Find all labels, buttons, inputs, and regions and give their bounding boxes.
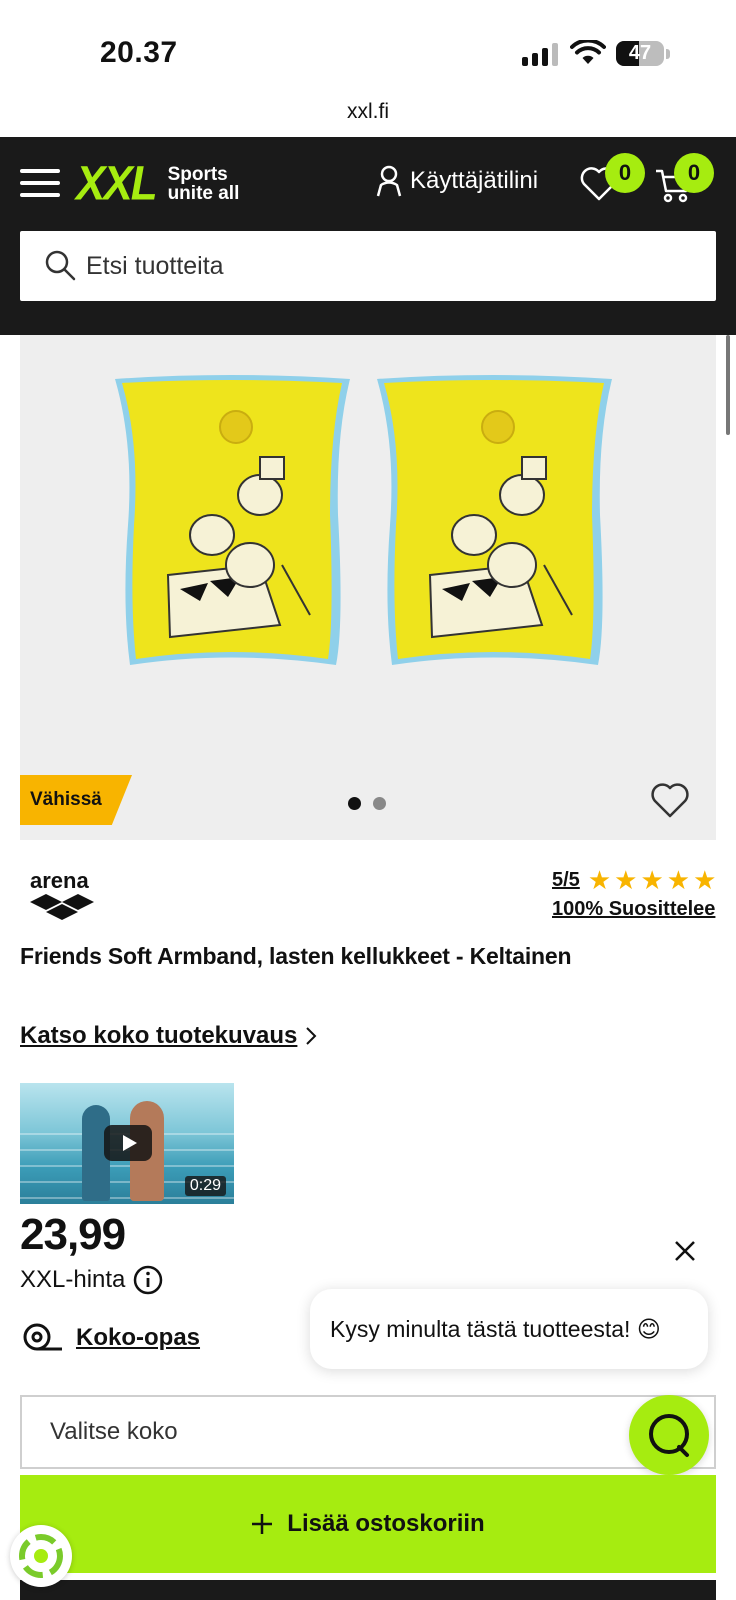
price-label: XXL-hinta xyxy=(20,1265,163,1295)
star-icon: ★ xyxy=(693,865,717,895)
chevron-right-icon xyxy=(306,1027,317,1045)
page-scrollbar[interactable] xyxy=(726,335,730,435)
search-bar[interactable] xyxy=(20,231,716,301)
chat-prompt-bubble[interactable]: Kysy minulta tästä tuotteesta! 😊 xyxy=(310,1289,708,1369)
chat-icon xyxy=(649,1414,689,1457)
logo-mark: XXL xyxy=(76,156,158,211)
battery-cap xyxy=(666,49,670,59)
product-title: Friends Soft Armband, lasten kellukkeet … xyxy=(20,943,572,969)
battery-icon: 47 xyxy=(616,41,664,66)
account-label: Käyttäjätilini xyxy=(410,167,539,194)
product-rating[interactable]: 5/5 ★ ★ ★ ★ ★ xyxy=(552,865,717,895)
plus-icon xyxy=(252,1514,273,1534)
wishlist-count-badge: 0 xyxy=(605,153,645,193)
product-gallery[interactable]: Vähissä xyxy=(20,335,716,840)
video-duration: 0:29 xyxy=(184,1176,226,1196)
cellular-signal-icon xyxy=(522,42,558,66)
recommend-link[interactable]: 100% Suosittelee xyxy=(552,898,715,921)
gallery-dot-1[interactable] xyxy=(348,797,361,810)
product-price: 23,99 xyxy=(20,1210,126,1259)
wifi-icon xyxy=(570,40,606,64)
bottom-bar xyxy=(20,1580,716,1600)
status-bar: 20.37 47 xyxy=(0,0,736,100)
menu-icon[interactable] xyxy=(20,167,60,199)
user-icon xyxy=(376,165,402,197)
product-image xyxy=(115,375,612,665)
tape-measure-icon xyxy=(23,1323,62,1351)
browser-url[interactable]: xxl.fi xyxy=(0,100,736,124)
price-label-text: XXL-hinta xyxy=(20,1266,126,1293)
xxl-logo[interactable]: XXL Sports unite all xyxy=(76,156,240,211)
size-guide-label: Koko-opas xyxy=(76,1324,201,1351)
description-link-label: Katso koko tuotekuvaus xyxy=(20,1022,298,1049)
search-input[interactable] xyxy=(86,231,686,301)
cart-button[interactable]: 0 xyxy=(654,153,714,208)
add-to-wishlist-heart-icon[interactable] xyxy=(650,783,690,819)
star-icon: ★ xyxy=(640,865,664,895)
rating-stars: ★ ★ ★ ★ ★ xyxy=(587,865,717,895)
rating-score: 5/5 xyxy=(552,868,580,891)
product-video-thumbnail[interactable]: 0:29 xyxy=(20,1083,234,1204)
size-guide-link[interactable]: Koko-opas xyxy=(22,1322,200,1354)
accessibility-widget[interactable] xyxy=(10,1525,72,1587)
star-icon: ★ xyxy=(666,865,691,895)
close-chat-bubble-icon[interactable] xyxy=(674,1240,696,1262)
brand-name: arena xyxy=(30,870,89,893)
logo-tagline: Sports unite all xyxy=(168,165,240,203)
promo-badge: Vähissä xyxy=(20,775,132,825)
size-select[interactable]: Valitse koko xyxy=(20,1395,716,1469)
cart-count-badge: 0 xyxy=(674,153,714,193)
star-icon: ★ xyxy=(587,865,612,895)
logo-tagline-line-1: Sports xyxy=(167,164,228,185)
chat-button[interactable] xyxy=(629,1395,709,1475)
account-link[interactable]: Käyttäjätilini xyxy=(376,165,538,197)
star-icon: ★ xyxy=(614,865,638,895)
logo-tagline-line-2: unite all xyxy=(167,183,240,204)
add-to-cart-label: Lisää ostoskoriin xyxy=(287,1510,485,1537)
arena-brand-logo[interactable]: arena xyxy=(28,870,98,920)
full-description-link[interactable]: Katso koko tuotekuvaus xyxy=(20,1022,317,1050)
add-to-cart-button[interactable]: Lisää ostoskoriin xyxy=(20,1475,716,1573)
search-icon xyxy=(45,250,76,281)
status-time: 20.37 xyxy=(100,36,178,69)
gallery-dot-2[interactable] xyxy=(373,797,386,810)
play-icon[interactable] xyxy=(104,1125,152,1161)
site-header: XXL Sports unite all Käyttäjätilini 0 0 xyxy=(0,137,736,335)
battery-level: 47 xyxy=(628,42,652,64)
recycle-widget-icon xyxy=(19,1534,63,1578)
info-icon[interactable] xyxy=(133,1265,163,1295)
gallery-pagination[interactable] xyxy=(348,797,386,810)
wishlist-button[interactable]: 0 xyxy=(580,153,645,206)
